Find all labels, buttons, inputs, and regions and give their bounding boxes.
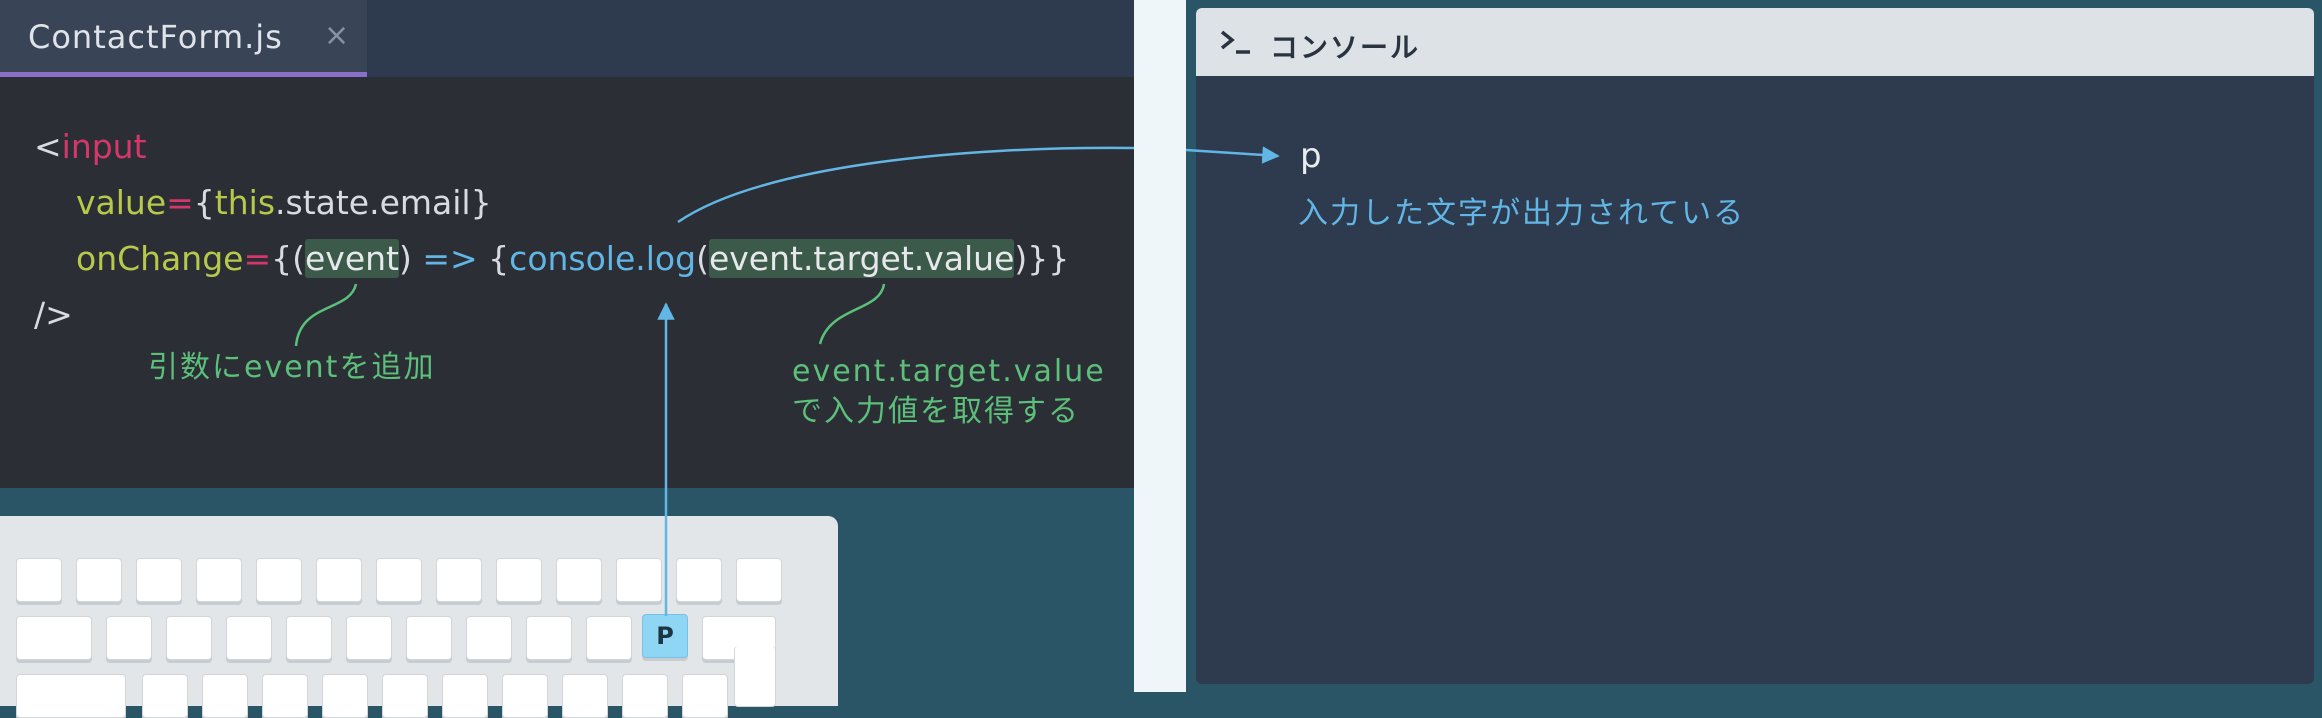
console-header: コンソール (1196, 8, 2314, 76)
keyboard-key (502, 674, 548, 718)
code-token: } (470, 183, 492, 222)
code-token: => (422, 239, 478, 278)
code-token: { (193, 183, 215, 222)
active-tab-indicator (0, 72, 367, 77)
editor-tab-bar: ContactForm.js × (0, 0, 1134, 77)
console-annotation: 入力した文字が出力されている (1298, 196, 1746, 231)
file-tab[interactable]: ContactForm.js × (0, 0, 367, 77)
keyboard-key (16, 616, 92, 660)
annotation-event: 引数にeventを追加 (148, 350, 436, 385)
keyboard-key (466, 616, 512, 660)
keyboard-key (316, 558, 362, 602)
code-token: this (214, 183, 276, 222)
code-token: ) (398, 239, 412, 278)
keyboard-key (562, 674, 608, 718)
keyboard-key (16, 674, 126, 718)
code-token: value (76, 183, 167, 222)
highlight-event-param: event (304, 239, 399, 278)
keyboard-key (262, 674, 308, 718)
keyboard-key (106, 616, 152, 660)
keyboard-key (142, 674, 188, 718)
console-panel: コンソール p 入力した文字が出力されている (1196, 8, 2314, 684)
annotation-target-value-2: で入力値を取得する (792, 394, 1080, 429)
code-token: console.log (509, 239, 697, 278)
keyboard-key (202, 674, 248, 718)
keyboard-key (226, 616, 272, 660)
terminal-icon (1220, 30, 1250, 54)
keyboard-key-label: P (656, 622, 674, 650)
console-output-line: p (1300, 136, 1322, 176)
keyboard-key (436, 558, 482, 602)
code-token: = (243, 239, 272, 278)
keyboard-key (676, 558, 722, 602)
keyboard-key (442, 674, 488, 718)
keyboard-key (526, 616, 572, 660)
keyboard-key (376, 558, 422, 602)
keyboard-key-p[interactable]: P (642, 614, 688, 658)
code-line-2: value={this.state.email} (76, 180, 492, 226)
console-title: コンソール (1270, 31, 1421, 64)
keyboard-key (556, 558, 602, 602)
keyboard-illustration: P (0, 516, 838, 718)
code-token: { (488, 239, 510, 278)
annotation-target-value-1: event.target.value (792, 354, 1106, 389)
close-icon[interactable]: × (324, 18, 349, 54)
keyboard-key (496, 558, 542, 602)
keyboard-key (406, 616, 452, 660)
code-token: < (34, 127, 62, 166)
code-line-4: /> (34, 292, 73, 338)
keyboard-key (16, 558, 62, 602)
keyboard-key (382, 674, 428, 718)
keyboard-key (256, 558, 302, 602)
highlight-target-value: event.target.value (708, 239, 1015, 278)
keyboard-key (286, 616, 332, 660)
code-line-3: onChange={(event) => {console.log(event.… (76, 236, 1069, 282)
keyboard-key (736, 558, 782, 602)
keyboard-key (136, 558, 182, 602)
keyboard-enter-key-lower (734, 646, 776, 707)
keyboard-key (346, 616, 392, 660)
keyboard-key (322, 674, 368, 718)
code-token: ( (696, 239, 709, 278)
code-token: onChange (76, 239, 244, 278)
code-token: /> (34, 295, 73, 334)
keyboard-key (166, 616, 212, 660)
code-token: .state.email (275, 183, 471, 222)
file-tab-title: ContactForm.js (28, 18, 283, 56)
keyboard-key (616, 558, 662, 602)
code-token: = (166, 183, 194, 222)
keyboard-key (622, 674, 668, 718)
keyboard-key (586, 616, 632, 660)
code-line-1: <input (34, 124, 147, 170)
code-token: input (61, 127, 147, 166)
keyboard-key (76, 558, 122, 602)
code-token: )}} (1014, 239, 1070, 278)
code-editor: ContactForm.js × <input value={this.stat… (0, 0, 1134, 488)
divider-strip (1134, 0, 1186, 692)
code-token: {( (271, 239, 305, 278)
keyboard-key (196, 558, 242, 602)
keyboard-key (682, 674, 728, 718)
